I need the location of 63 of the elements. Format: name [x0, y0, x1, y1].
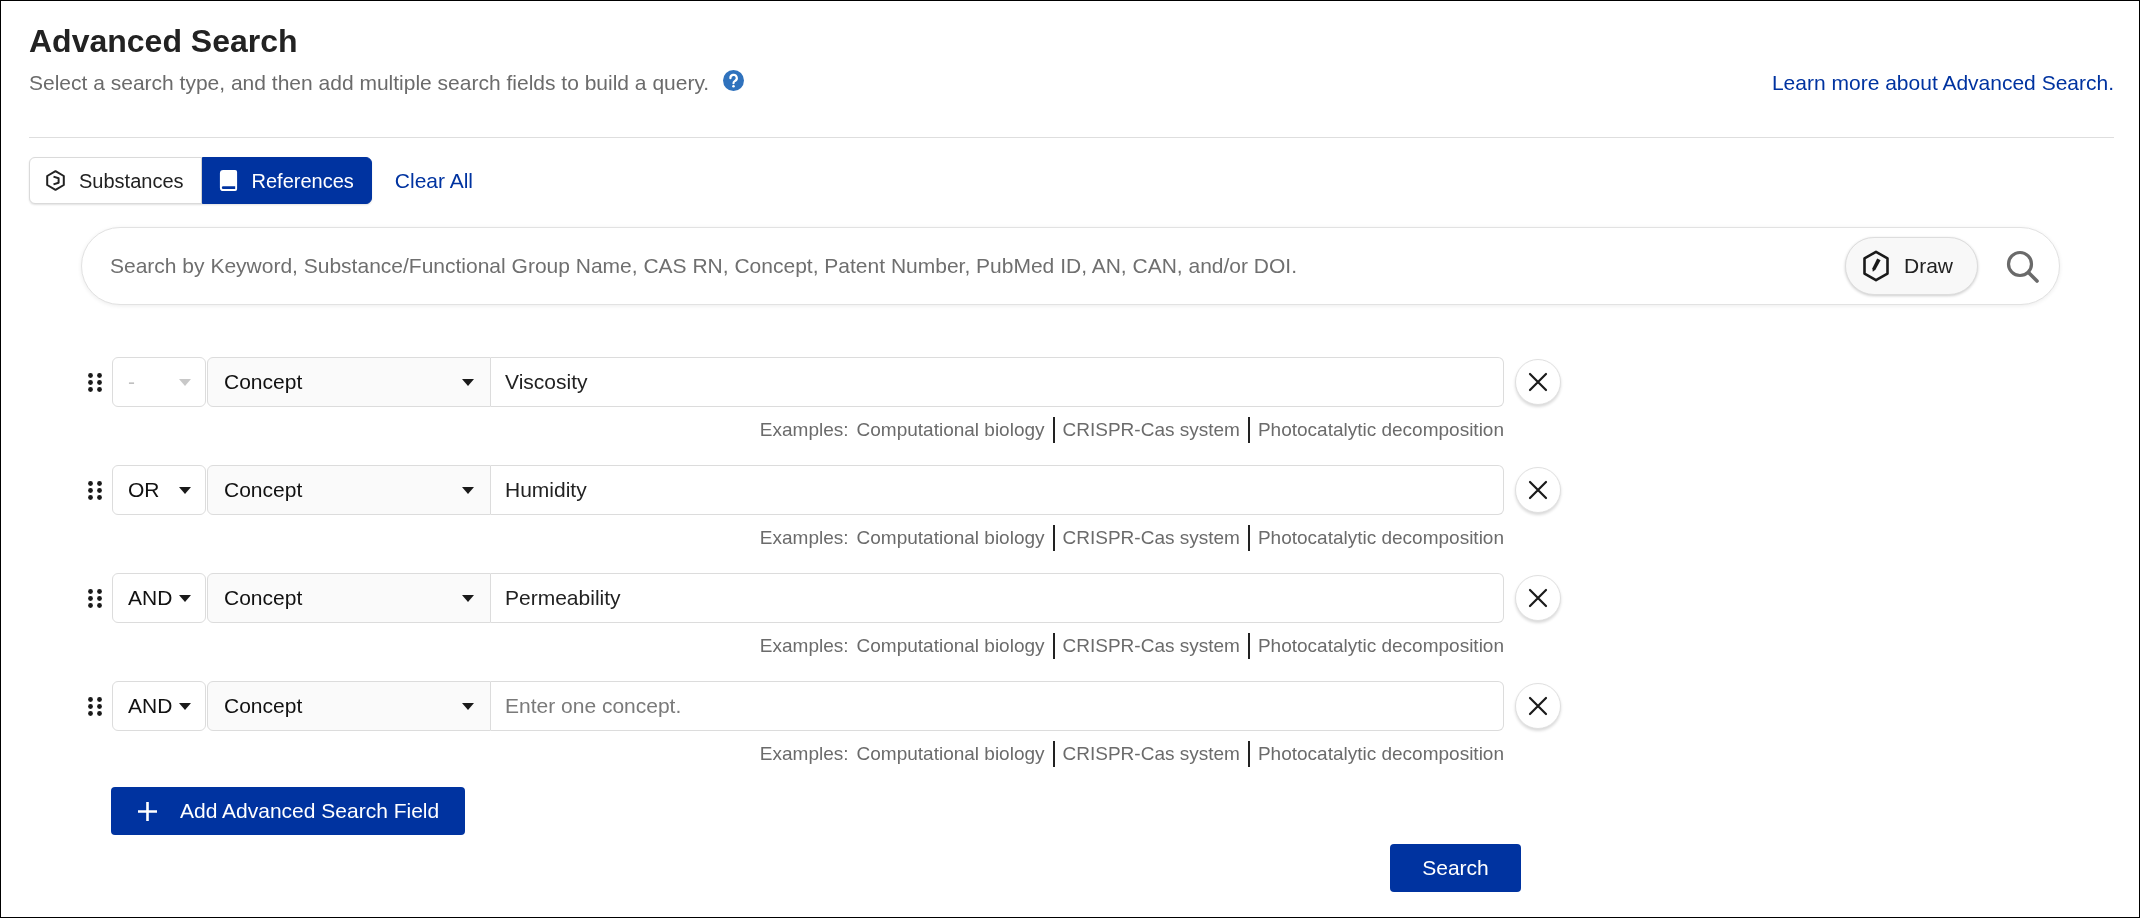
example-link[interactable]: CRISPR-Cas system [1062, 634, 1240, 658]
add-field-button[interactable]: Add Advanced Search Field [111, 787, 466, 835]
draw-button[interactable]: Draw [1845, 237, 1978, 295]
search-type-tab[interactable]: Substances [29, 157, 202, 204]
drag-handle-icon[interactable] [88, 372, 102, 392]
examples-label: Examples: [759, 526, 849, 550]
close-icon [1528, 480, 1548, 500]
caret-icon [462, 702, 474, 710]
remove-field-button[interactable] [1515, 683, 1561, 729]
example-link[interactable]: Computational biology [856, 742, 1045, 766]
concept-input[interactable]: Humidity [491, 465, 1504, 515]
caret-icon [179, 486, 191, 494]
example-link[interactable]: Computational biology [856, 418, 1045, 442]
examples-label: Examples: [759, 742, 849, 766]
remove-field-button[interactable] [1515, 575, 1561, 621]
drag-handle-icon[interactable] [88, 696, 102, 716]
example-link[interactable]: Photocatalytic decomposition [1257, 526, 1504, 550]
search-icon[interactable] [2006, 249, 2039, 283]
examples-label: Examples: [759, 418, 849, 442]
remove-field-button[interactable] [1515, 359, 1561, 405]
hexagon-pencil-icon [1862, 250, 1890, 282]
hexagon-icon [46, 170, 65, 191]
drag-handle-icon[interactable] [88, 588, 102, 608]
concept-input[interactable]: Permeability [491, 573, 1504, 623]
learn-more-link[interactable]: Learn more about Advanced Search. [1771, 69, 2114, 97]
example-link[interactable]: Photocatalytic decomposition [1257, 742, 1504, 766]
clear-all-link[interactable]: Clear All [394, 164, 473, 197]
close-icon [1528, 696, 1548, 716]
search-field[interactable]: Search by Keyword, Substance/Functional Group Name, CAS RN, Concept, Patent Number, PubMed ID, AN, CAN, and/or DOI. Draw [81, 227, 2060, 305]
close-icon [1528, 588, 1548, 608]
caret-icon [179, 702, 191, 710]
field-type-dropdown[interactable]: Concept [207, 573, 491, 623]
help-icon[interactable] [723, 69, 745, 91]
drag-handle-icon[interactable] [88, 480, 102, 500]
search-button[interactable]: Search [1390, 844, 1521, 892]
close-icon [1528, 372, 1548, 392]
example-link[interactable]: CRISPR-Cas system [1062, 418, 1240, 442]
page-title: Advanced Search [29, 22, 298, 61]
caret-icon [462, 486, 474, 494]
field-type-dropdown[interactable]: Concept [207, 681, 491, 731]
examples-label: Examples: [759, 634, 849, 658]
caret-icon [462, 594, 474, 602]
example-link[interactable]: CRISPR-Cas system [1062, 526, 1240, 550]
operator-dropdown[interactable]: AND [112, 573, 206, 623]
example-link[interactable]: CRISPR-Cas system [1062, 742, 1240, 766]
example-link[interactable]: Photocatalytic decomposition [1257, 418, 1504, 442]
example-link[interactable]: Computational biology [856, 526, 1045, 550]
book-icon [218, 170, 238, 191]
example-link[interactable]: Photocatalytic decomposition [1257, 634, 1504, 658]
caret-icon [462, 378, 474, 386]
field-type-dropdown[interactable]: Concept [207, 357, 491, 407]
concept-input[interactable]: Enter one concept. [491, 681, 1504, 731]
remove-field-button[interactable] [1515, 467, 1561, 513]
operator-dropdown[interactable]: OR [112, 465, 206, 515]
operator-dropdown[interactable]: AND [112, 681, 206, 731]
page-subtitle: Select a search type, and then add multiple search fields to build a query. [29, 70, 710, 96]
caret-icon [179, 594, 191, 602]
search-type-tab[interactable]: References [201, 157, 372, 204]
caret-icon [179, 378, 191, 386]
concept-input[interactable]: Viscosity [491, 357, 1504, 407]
example-link[interactable]: Computational biology [856, 634, 1045, 658]
field-type-dropdown[interactable]: Concept [207, 465, 491, 515]
plus-icon [137, 800, 158, 822]
